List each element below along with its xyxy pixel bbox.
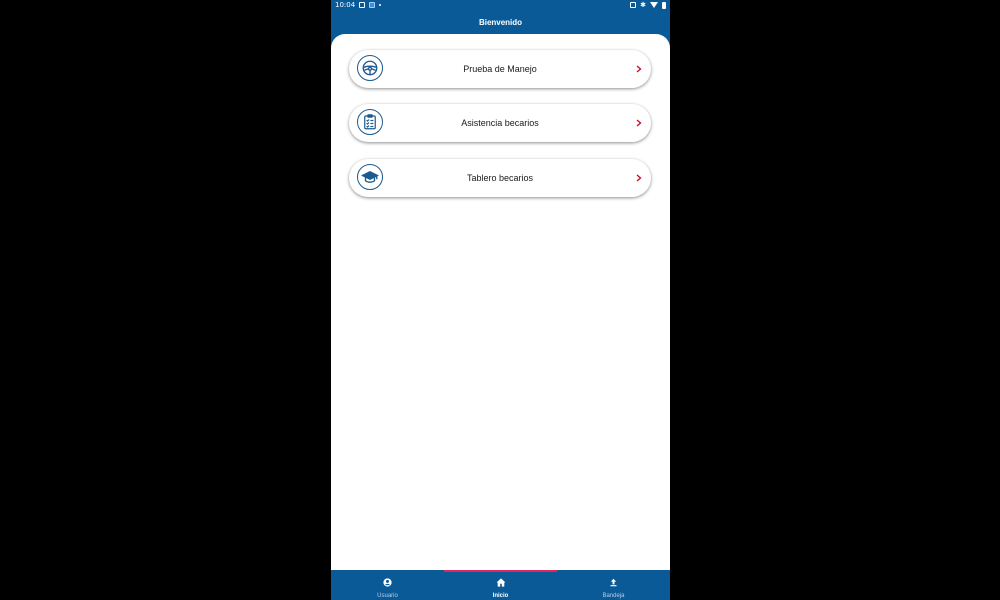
nav-tab-usuario[interactable]: Usuario — [331, 573, 444, 599]
nav-tab-label: Inicio — [492, 592, 509, 599]
active-tab-indicator — [444, 570, 557, 572]
bottom-navigation: Usuario Inicio Bandeja — [331, 570, 670, 600]
bluetooth-icon: ✱ — [640, 1, 646, 9]
chevron-right-icon — [635, 159, 643, 197]
menu-item-tablero-becarios[interactable]: Tablero becarios — [349, 159, 651, 197]
main-content: Prueba de Manejo Asistencia becarios Tab… — [331, 34, 670, 570]
menu-item-prueba-de-manejo[interactable]: Prueba de Manejo — [349, 50, 651, 88]
page-title: Bienvenido — [478, 17, 523, 27]
dot-icon — [379, 4, 382, 6]
chevron-right-icon — [635, 50, 643, 88]
chevron-right-icon — [635, 104, 643, 142]
notification-icon — [359, 2, 366, 8]
app-header: Bienvenido — [331, 10, 670, 34]
status-bar: 10:04 ✱ — [331, 0, 670, 10]
status-bar-right: ✱ — [630, 1, 666, 9]
menu-item-label: Tablero becarios — [466, 173, 534, 183]
app-notification-icon — [369, 2, 376, 8]
nav-tab-inicio[interactable]: Inicio — [444, 573, 557, 599]
menu-item-label: Prueba de Manejo — [463, 64, 537, 74]
status-bar-left: 10:04 — [335, 1, 382, 9]
nav-tab-label: Bandeja — [602, 592, 625, 599]
battery-icon — [662, 1, 666, 9]
user-icon — [383, 574, 392, 592]
screenshot-icon — [630, 2, 637, 8]
wifi-icon — [650, 2, 658, 8]
home-icon — [496, 574, 506, 592]
menu-item-label: Asistencia becarios — [461, 118, 539, 128]
nav-tab-bandeja[interactable]: Bandeja — [557, 573, 670, 599]
nav-tab-label: Usuario — [377, 592, 398, 599]
upload-icon — [609, 574, 618, 592]
menu-item-asistencia-becarios[interactable]: Asistencia becarios — [349, 104, 651, 142]
status-time: 10:04 — [335, 1, 356, 9]
phone-screen: 10:04 ✱ Bienvenido Prueba de Manejo Asis… — [331, 0, 670, 600]
